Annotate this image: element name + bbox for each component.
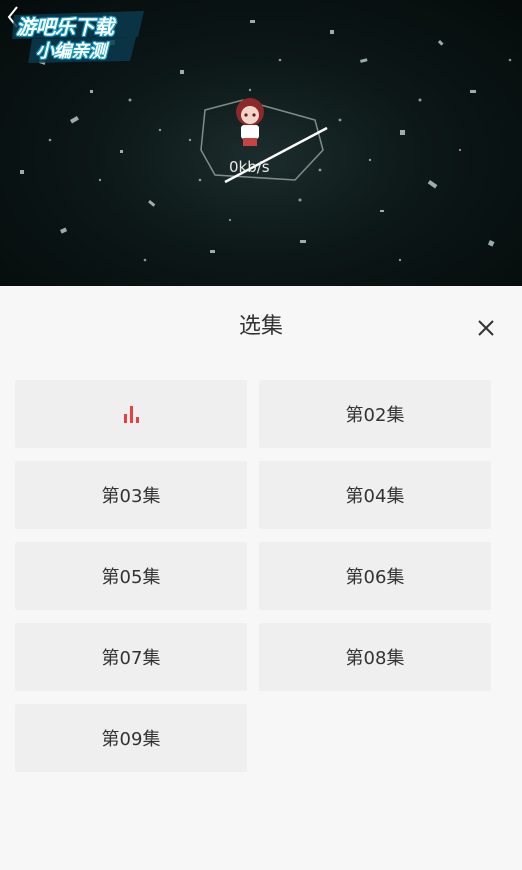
download-speed: 0kb/s — [229, 158, 270, 176]
playing-bars-icon — [123, 405, 139, 423]
episode-item-01[interactable] — [15, 380, 247, 448]
episode-picker-panel: 选集 第02集 第03集 第04集 第05集 第06集 第07集 第08集 第0… — [0, 286, 522, 870]
episode-item-05[interactable]: 第05集 — [15, 542, 247, 610]
episode-item-03[interactable]: 第03集 — [15, 461, 247, 529]
episode-item-02[interactable]: 第02集 — [259, 380, 491, 448]
close-button[interactable] — [472, 314, 500, 342]
watermark-line-1: 游吧乐下载 — [16, 15, 114, 39]
episode-grid: 第02集 第03集 第04集 第05集 第06集 第07集 第08集 第09集 — [15, 380, 491, 772]
close-icon — [478, 320, 494, 336]
episode-item-08[interactable]: 第08集 — [259, 623, 491, 691]
episode-item-06[interactable]: 第06集 — [259, 542, 491, 610]
video-player[interactable]: 游吧乐下载 小编亲测 0kb/s — [0, 0, 522, 286]
episode-item-09[interactable]: 第09集 — [15, 704, 247, 772]
episode-item-07[interactable]: 第07集 — [15, 623, 247, 691]
watermark-line-2: 小编亲测 — [36, 41, 107, 62]
panel-title: 选集 — [238, 314, 283, 339]
episode-item-04[interactable]: 第04集 — [259, 461, 491, 529]
watermark-logo: 游吧乐下载 小编亲测 — [10, 9, 146, 63]
anime-character-loading-icon — [200, 98, 328, 184]
